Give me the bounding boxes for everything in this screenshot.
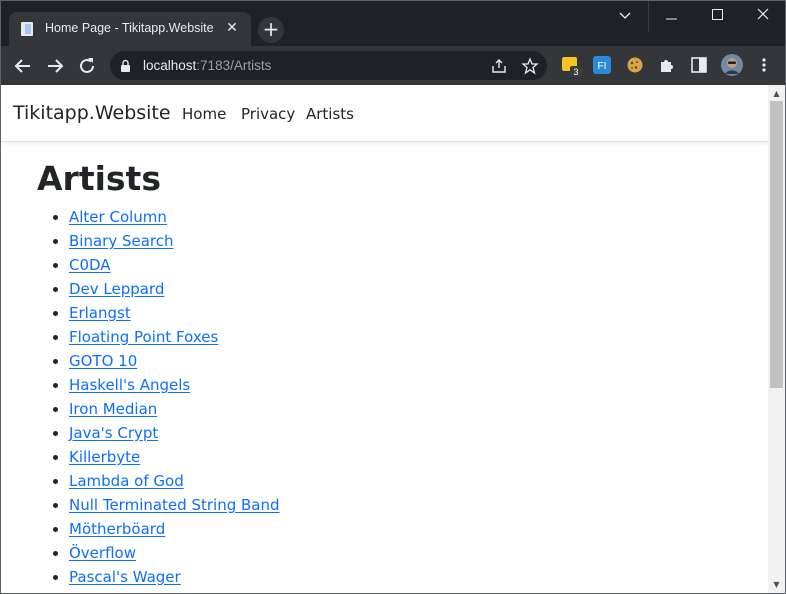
new-tab-button[interactable]: +: [258, 17, 284, 43]
artist-link[interactable]: Binary Search: [69, 232, 174, 250]
list-item: Dev Leppard: [69, 277, 280, 301]
list-item: C0DA: [69, 253, 280, 277]
artist-link[interactable]: Haskell's Angels: [69, 376, 190, 394]
list-item: Haskell's Angels: [69, 373, 280, 397]
nav-artists-link[interactable]: Artists: [306, 105, 354, 123]
close-window-icon[interactable]: [740, 0, 786, 32]
artist-link[interactable]: Dev Leppard: [69, 280, 164, 298]
cookie-icon[interactable]: [626, 56, 644, 74]
list-item: Java's Crypt: [69, 421, 280, 445]
forward-icon[interactable]: [43, 54, 67, 78]
chevron-down-icon[interactable]: [602, 0, 648, 32]
list-item: Binary Search: [69, 229, 280, 253]
list-item: Erlangst: [69, 301, 280, 325]
page-title: Artists: [37, 159, 161, 198]
list-item: Floating Point Foxes: [69, 325, 280, 349]
reload-icon[interactable]: [75, 54, 99, 78]
more-menu-icon[interactable]: [755, 56, 773, 74]
bookmark-star-icon[interactable]: [521, 57, 539, 75]
scroll-down-icon[interactable]: ▼: [768, 576, 785, 593]
svg-text:FI: FI: [598, 61, 607, 72]
puzzle-icon[interactable]: [658, 56, 676, 74]
artist-link[interactable]: GOTO 10: [69, 352, 137, 370]
list-item: Killerbyte: [69, 445, 280, 469]
artist-link[interactable]: C0DA: [69, 256, 111, 274]
sidebar-icon[interactable]: [690, 56, 708, 74]
extension-fi-icon[interactable]: FI: [593, 56, 611, 74]
site-brand-link[interactable]: Tikitapp.Website: [13, 102, 171, 124]
avatar[interactable]: [720, 53, 744, 77]
list-item: Iron Median: [69, 397, 280, 421]
maximize-icon[interactable]: [694, 0, 740, 32]
artist-link[interactable]: Pascal's Wager: [69, 568, 181, 586]
scrollbar-thumb[interactable]: [770, 101, 783, 388]
page-scrollbar[interactable]: ▲ ▼: [768, 85, 785, 593]
back-icon[interactable]: [11, 54, 35, 78]
list-item: Mötherböard: [69, 517, 280, 541]
scroll-up-icon[interactable]: ▲: [768, 85, 785, 102]
svg-text:3: 3: [573, 67, 578, 77]
list-item: Lambda of God: [69, 469, 280, 493]
list-item: Alter Column: [69, 205, 280, 229]
list-item: Pascal's Wager: [69, 565, 280, 589]
tab-strip: Home Page - Tikitapp.Website ✕ +: [0, 0, 786, 46]
tab-title: Home Page - Tikitapp.Website: [45, 21, 214, 35]
nav-privacy-link[interactable]: Privacy: [241, 105, 295, 123]
artist-link[interactable]: Null Terminated String Band: [69, 496, 280, 514]
artist-link[interactable]: Alter Column: [69, 208, 167, 226]
artist-link[interactable]: Överflow: [69, 544, 136, 562]
minimize-icon[interactable]: [648, 0, 694, 32]
artist-link[interactable]: Java's Crypt: [69, 424, 158, 442]
site-navbar: Tikitapp.Website Home Privacy Artists: [1, 85, 768, 142]
extension-badge-icon[interactable]: 3: [561, 56, 582, 77]
browser-toolbar: localhost:7183/Artists 3 FI: [0, 46, 786, 85]
artist-link[interactable]: Floating Point Foxes: [69, 328, 218, 346]
nav-home-link[interactable]: Home: [182, 105, 226, 123]
page-viewport: Tikitapp.Website Home Privacy Artists Ar…: [1, 85, 768, 593]
artist-link[interactable]: Mötherböard: [69, 520, 165, 538]
artist-link[interactable]: Lambda of God: [69, 472, 184, 490]
list-item: GOTO 10: [69, 349, 280, 373]
artist-link[interactable]: Erlangst: [69, 304, 131, 322]
main-content: Artists Alter Column Binary Search C0DA …: [37, 159, 280, 589]
address-bar[interactable]: localhost:7183/Artists: [110, 51, 547, 80]
artist-link[interactable]: Killerbyte: [69, 448, 140, 466]
url-text: localhost:7183/Artists: [143, 58, 272, 73]
artist-link[interactable]: Iron Median: [69, 400, 157, 418]
lock-icon[interactable]: [120, 58, 131, 77]
browser-tab[interactable]: Home Page - Tikitapp.Website ✕: [9, 12, 251, 46]
artist-list: Alter Column Binary Search C0DA Dev Lepp…: [37, 205, 280, 589]
close-icon[interactable]: ✕: [223, 19, 241, 37]
list-item: Null Terminated String Band: [69, 493, 280, 517]
share-icon[interactable]: [490, 57, 508, 75]
list-item: Överflow: [69, 541, 280, 565]
document-icon: [21, 22, 33, 36]
